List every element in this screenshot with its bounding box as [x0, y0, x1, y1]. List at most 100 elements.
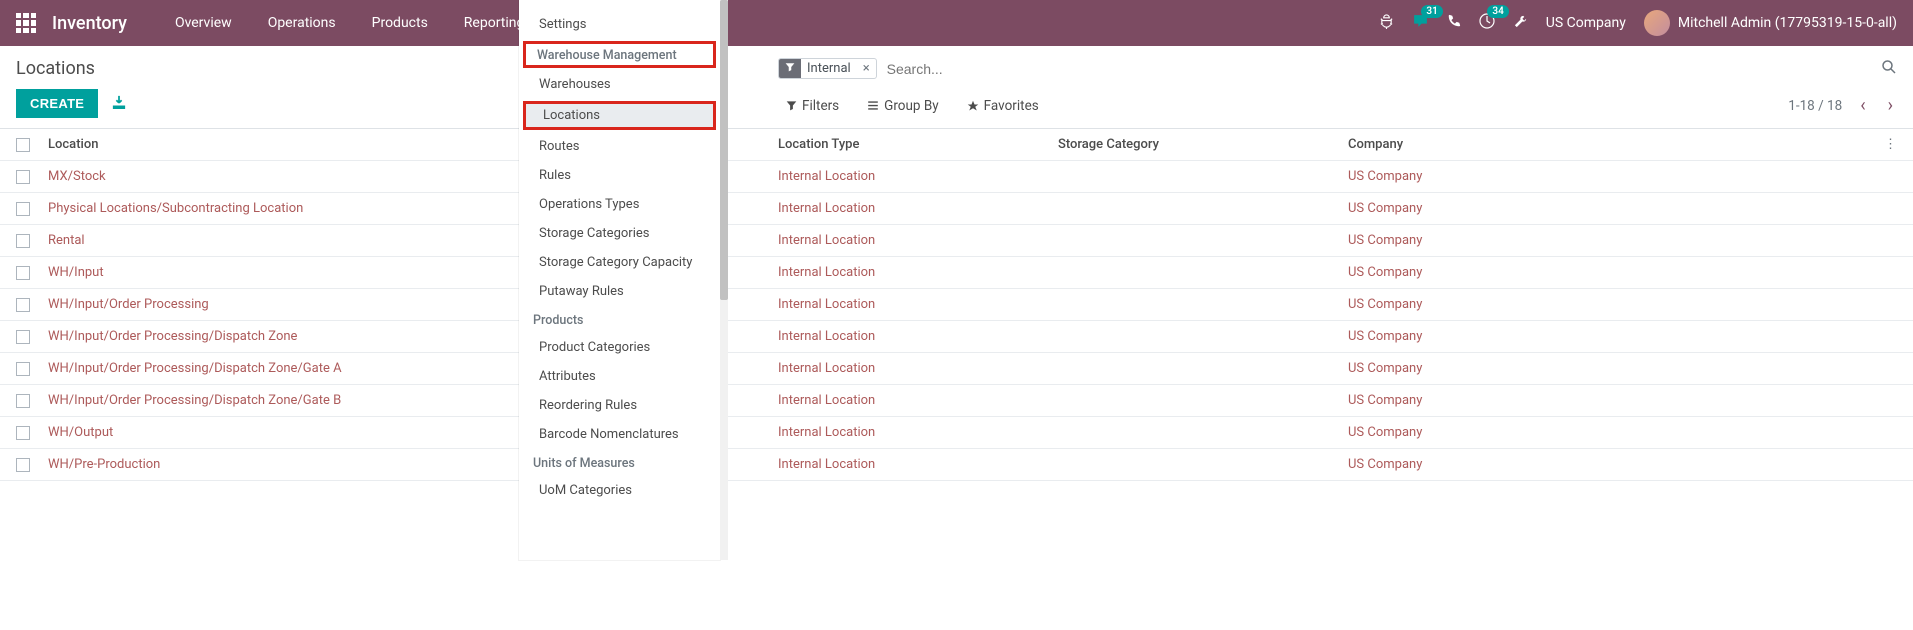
filters-button[interactable]: Filters [786, 98, 839, 114]
dropdown-item[interactable]: Operations Types [519, 190, 720, 219]
checkbox[interactable] [16, 458, 30, 472]
list-row[interactable]: Rental [0, 225, 519, 257]
checkbox[interactable] [16, 298, 30, 312]
dropdown-item[interactable]: Locations [523, 101, 716, 130]
list-row[interactable]: WH/Input/Order Processing/Dispatch Zone/… [0, 385, 519, 417]
location-name[interactable]: MX/Stock [48, 169, 106, 184]
groupby-button[interactable]: Group By [867, 98, 939, 114]
cell-type[interactable]: Internal Location [778, 393, 1058, 408]
table-row[interactable]: Internal Location US Company [728, 449, 1913, 481]
cell-company[interactable]: US Company [1348, 329, 1877, 344]
dropdown-item[interactable]: Storage Category Capacity [519, 248, 720, 277]
cell-type[interactable]: Internal Location [778, 233, 1058, 248]
cell-company[interactable]: US Company [1348, 169, 1877, 184]
table-row[interactable]: Internal Location US Company [728, 321, 1913, 353]
nav-operations[interactable]: Operations [250, 3, 354, 43]
cell-type[interactable]: Internal Location [778, 201, 1058, 216]
activities-icon[interactable]: 34 [1479, 13, 1495, 33]
table-row[interactable]: Internal Location US Company [728, 417, 1913, 449]
cell-company[interactable]: US Company [1348, 265, 1877, 280]
location-name[interactable]: WH/Input/Order Processing/Dispatch Zone/… [48, 361, 342, 376]
checkbox-all[interactable] [16, 138, 30, 152]
nav-overview[interactable]: Overview [157, 3, 250, 43]
pager-text[interactable]: 1-18 / 18 [1788, 98, 1842, 114]
checkbox[interactable] [16, 202, 30, 216]
cell-company[interactable]: US Company [1348, 425, 1877, 440]
download-icon[interactable] [112, 95, 126, 113]
list-row[interactable]: WH/Input [0, 257, 519, 289]
table-row[interactable]: Internal Location US Company [728, 353, 1913, 385]
cell-type[interactable]: Internal Location [778, 169, 1058, 184]
dropdown-item[interactable]: Storage Categories [519, 219, 720, 248]
list-row[interactable]: WH/Pre-Production [0, 449, 519, 481]
cell-company[interactable]: US Company [1348, 393, 1877, 408]
nav-products[interactable]: Products [354, 3, 446, 43]
search-icon[interactable] [1881, 59, 1897, 79]
table-row[interactable]: Internal Location US Company [728, 193, 1913, 225]
dropdown-item[interactable]: UoM Categories [519, 476, 720, 505]
cell-company[interactable]: US Company [1348, 297, 1877, 312]
table-row[interactable]: Internal Location US Company [728, 225, 1913, 257]
location-name[interactable]: WH/Input/Order Processing [48, 297, 209, 312]
list-row[interactable]: MX/Stock [0, 161, 519, 193]
list-row[interactable]: WH/Output [0, 417, 519, 449]
checkbox[interactable] [16, 426, 30, 440]
phone-icon[interactable] [1447, 14, 1461, 32]
location-name[interactable]: WH/Input/Order Processing/Dispatch Zone [48, 329, 297, 344]
list-row[interactable]: WH/Input/Order Processing/Dispatch Zone [0, 321, 519, 353]
create-button[interactable]: CREATE [16, 89, 98, 118]
cell-type[interactable]: Internal Location [778, 425, 1058, 440]
dropdown-item[interactable]: Warehouses [519, 70, 720, 99]
dropdown-item[interactable]: Barcode Nomenclatures [519, 420, 720, 449]
table-row[interactable]: Internal Location US Company [728, 385, 1913, 417]
checkbox[interactable] [16, 394, 30, 408]
location-name[interactable]: Rental [48, 233, 85, 248]
optional-columns-icon[interactable]: ⋮ [1877, 137, 1897, 152]
favorites-button[interactable]: Favorites [967, 98, 1039, 114]
dropdown-item[interactable]: Settings [519, 10, 720, 39]
tools-icon[interactable] [1513, 14, 1528, 33]
facet-remove[interactable]: × [857, 59, 876, 78]
bug-icon[interactable] [1379, 14, 1394, 33]
cell-type[interactable]: Internal Location [778, 361, 1058, 376]
table-row[interactable]: Internal Location US Company [728, 289, 1913, 321]
search-input[interactable] [887, 61, 1881, 77]
cell-company[interactable]: US Company [1348, 201, 1877, 216]
pager-prev[interactable]: ‹ [1856, 95, 1869, 116]
cell-type[interactable]: Internal Location [778, 329, 1058, 344]
cell-company[interactable]: US Company [1348, 457, 1877, 472]
location-name[interactable]: WH/Output [48, 425, 113, 440]
dropdown-item[interactable]: Attributes [519, 362, 720, 391]
dropdown-item[interactable]: Rules [519, 161, 720, 190]
list-row[interactable]: WH/Input/Order Processing/Dispatch Zone/… [0, 353, 519, 385]
dropdown-item[interactable]: Reordering Rules [519, 391, 720, 420]
cell-company[interactable]: US Company [1348, 361, 1877, 376]
cell-company[interactable]: US Company [1348, 233, 1877, 248]
pager-next[interactable]: › [1884, 95, 1897, 116]
cell-type[interactable]: Internal Location [778, 457, 1058, 472]
list-row[interactable]: WH/Input/Order Processing [0, 289, 519, 321]
dropdown-scrollbar[interactable] [720, 0, 728, 560]
checkbox[interactable] [16, 170, 30, 184]
location-name[interactable]: WH/Input/Order Processing/Dispatch Zone/… [48, 393, 341, 408]
checkbox[interactable] [16, 330, 30, 344]
checkbox[interactable] [16, 266, 30, 280]
dropdown-item[interactable]: Putaway Rules [519, 277, 720, 306]
checkbox[interactable] [16, 362, 30, 376]
app-brand[interactable]: Inventory [52, 13, 127, 34]
cell-type[interactable]: Internal Location [778, 265, 1058, 280]
dropdown-item[interactable]: Product Categories [519, 333, 720, 362]
dropdown-item[interactable]: Routes [519, 132, 720, 161]
location-name[interactable]: Physical Locations/Subcontracting Locati… [48, 201, 303, 216]
checkbox[interactable] [16, 234, 30, 248]
user-menu[interactable]: Mitchell Admin (17795319-15-0-all) [1644, 10, 1897, 36]
table-row[interactable]: Internal Location US Company [728, 161, 1913, 193]
location-name[interactable]: WH/Input [48, 265, 104, 280]
table-row[interactable]: Internal Location US Company [728, 257, 1913, 289]
location-name[interactable]: WH/Pre-Production [48, 457, 160, 472]
apps-icon[interactable] [16, 13, 36, 33]
company-selector[interactable]: US Company [1546, 15, 1626, 31]
messages-icon[interactable]: 31 [1412, 13, 1429, 34]
cell-type[interactable]: Internal Location [778, 297, 1058, 312]
list-row[interactable]: Physical Locations/Subcontracting Locati… [0, 193, 519, 225]
